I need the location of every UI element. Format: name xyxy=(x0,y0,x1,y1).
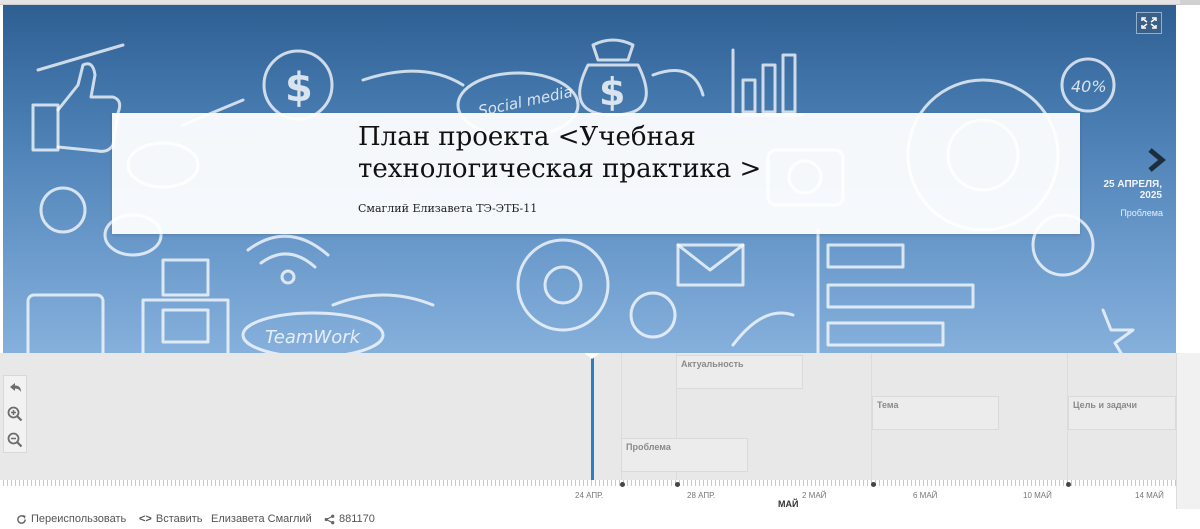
event-label: Цель и задачи xyxy=(1073,400,1138,410)
fullscreen-icon xyxy=(1141,17,1157,29)
event-dot xyxy=(675,482,680,487)
dollar-doodle-text: $ xyxy=(285,65,313,111)
code-icon: <> xyxy=(139,513,152,525)
embed-label: Вставить xyxy=(155,513,203,525)
current-position-marker xyxy=(584,353,600,359)
axis-tick-label: 6 МАЙ xyxy=(913,491,938,500)
event-label: Проблема xyxy=(626,442,671,452)
presentation-title: План проекта <Учебная технологическая пр… xyxy=(358,122,762,184)
chevron-right-icon[interactable] xyxy=(1146,148,1166,172)
timeline-track xyxy=(0,353,1176,480)
timeline-event-topic[interactable]: Тема xyxy=(872,396,999,430)
reuse-label: Переиспользовать xyxy=(31,513,127,525)
hero-banner: $ $ 40% Social media TeamWork План проек… xyxy=(3,5,1176,353)
author-name: Елизавета Смаглий xyxy=(211,513,312,525)
dollar-bag-doodle-text: $ xyxy=(599,70,625,114)
reuse-button[interactable]: Переиспользовать xyxy=(16,513,126,525)
current-position-line xyxy=(591,356,594,480)
axis-tick-label: 10 МАЙ xyxy=(1023,491,1052,500)
share-count: 881170 xyxy=(324,513,375,525)
event-label: Актуальность xyxy=(681,359,744,369)
event-dot xyxy=(871,482,876,487)
percent-doodle-text: 40% xyxy=(1071,77,1107,96)
next-event-label: Проблема xyxy=(1120,208,1163,218)
next-event-date: 25 АПРЕЛЯ, 2025 xyxy=(1103,179,1162,201)
title-card: План проекта <Учебная технологическая пр… xyxy=(112,113,1080,234)
event-label: Тема xyxy=(877,400,899,410)
zoom-controls xyxy=(3,375,27,453)
axis-tick-label: 24 АПР. xyxy=(575,491,604,500)
refresh-icon xyxy=(17,514,26,524)
event-dot xyxy=(1066,482,1071,487)
share-count-value: 881170 xyxy=(339,513,375,525)
event-dot xyxy=(620,482,625,487)
teamwork-doodle-text: TeamWork xyxy=(265,327,362,348)
right-scrollbar[interactable] xyxy=(1176,353,1200,509)
axis-minor-ticks xyxy=(3,480,1176,486)
footer-bar: Переиспользовать <> Вставить Елизавета С… xyxy=(0,509,1176,529)
zoom-in-icon[interactable] xyxy=(6,405,24,423)
axis-tick-label: 2 МАЙ xyxy=(802,491,827,500)
timeline-event-goals[interactable]: Цель и задачи xyxy=(1068,396,1176,430)
back-arrow-icon[interactable] xyxy=(6,379,24,397)
author-link[interactable]: Елизавета Смаглий xyxy=(211,513,312,525)
timeline-presentation-page: $ $ 40% Social media TeamWork План проек… xyxy=(0,0,1200,529)
axis-tick-label: 14 МАЙ xyxy=(1135,491,1164,500)
zoom-out-icon[interactable] xyxy=(6,431,24,449)
timeline-event-problem[interactable]: Проблема xyxy=(621,438,748,472)
fullscreen-button[interactable] xyxy=(1136,12,1162,34)
timeline-date-axis: 24 АПР. 28 АПР. 2 МАЙ 6 МАЙ 10 МАЙ 14 МА… xyxy=(3,480,1176,509)
axis-tick-label: 28 АПР. xyxy=(687,491,716,500)
timeline-event-relevance[interactable]: Актуальность xyxy=(676,355,803,389)
embed-button[interactable]: <> Вставить xyxy=(139,513,203,525)
presentation-author: Смаглий Елизавета ТЭ-ЭТБ-11 xyxy=(358,202,538,215)
share-icon xyxy=(324,514,335,524)
axis-month-label: МАЙ xyxy=(778,499,799,509)
scrollbar-top xyxy=(1180,0,1200,5)
